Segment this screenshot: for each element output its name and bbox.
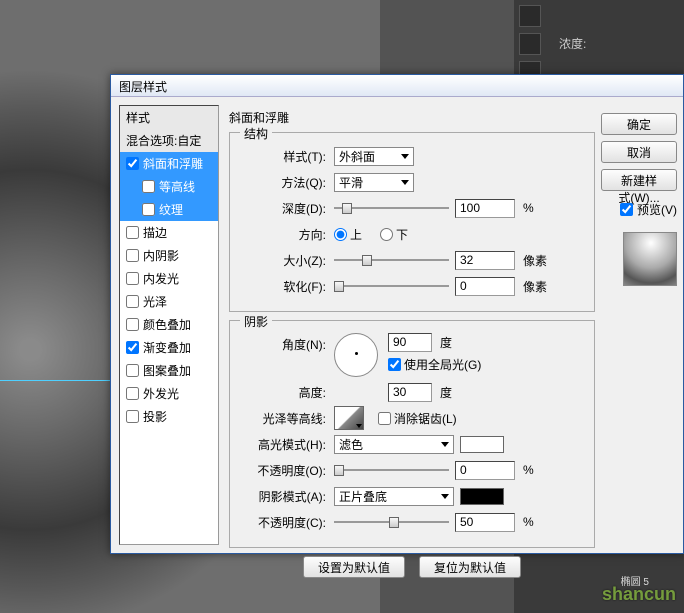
- drop-shadow-checkbox[interactable]: [126, 410, 139, 423]
- stroke-checkbox[interactable]: [126, 226, 139, 239]
- gloss-contour-label: 光泽等高线:: [242, 410, 326, 427]
- soften-input[interactable]: 0: [455, 277, 515, 296]
- dropdown-arrow-icon: [401, 154, 409, 159]
- density-label: 浓度:: [559, 35, 586, 52]
- sidebar-item-drop-shadow[interactable]: 投影: [120, 405, 218, 428]
- gloss-contour-picker[interactable]: [334, 406, 364, 430]
- make-default-button[interactable]: 设置为默认值: [303, 556, 405, 578]
- styles-sidebar: 样式 混合选项:自定 斜面和浮雕 等高线 纹理 描边 内阴影 内发光 光泽 颜色…: [119, 105, 219, 545]
- preview-swatch: [623, 232, 677, 286]
- highlight-opacity-label: 不透明度(O):: [242, 462, 326, 479]
- new-style-button[interactable]: 新建样式(W)...: [601, 169, 677, 191]
- highlight-opacity-slider[interactable]: [334, 461, 449, 479]
- inner-glow-checkbox[interactable]: [126, 272, 139, 285]
- shadow-color-swatch[interactable]: [460, 488, 504, 505]
- pattern-overlay-checkbox[interactable]: [126, 364, 139, 377]
- panel-title: 斜面和浮雕: [229, 109, 595, 126]
- sidebar-item-grad-overlay[interactable]: 渐变叠加: [120, 336, 218, 359]
- sidebar-item-inner-shadow[interactable]: 内阴影: [120, 244, 218, 267]
- shadow-opacity-label: 不透明度(C):: [242, 514, 326, 531]
- shadow-opacity-input[interactable]: 50: [455, 513, 515, 532]
- depth-input[interactable]: 100: [455, 199, 515, 218]
- method-label: 方法(Q):: [242, 174, 326, 191]
- sidebar-item-stroke[interactable]: 描边: [120, 221, 218, 244]
- altitude-unit: 度: [440, 384, 470, 401]
- size-input[interactable]: 32: [455, 251, 515, 270]
- depth-unit: %: [523, 201, 553, 215]
- sidebar-item-outer-glow[interactable]: 外发光: [120, 382, 218, 405]
- size-label: 大小(Z):: [242, 252, 326, 269]
- shading-group: 阴影 角度(N): 90 度 使用全局光(G) 高度: 30: [229, 320, 595, 548]
- depth-label: 深度(D):: [242, 200, 326, 217]
- soften-slider[interactable]: [334, 277, 449, 295]
- global-light-checkbox[interactable]: 使用全局光(G): [388, 356, 481, 373]
- sidebar-item-texture[interactable]: 纹理: [120, 198, 218, 221]
- highlight-opacity-unit: %: [523, 463, 553, 477]
- grad-overlay-checkbox[interactable]: [126, 341, 139, 354]
- cancel-button[interactable]: 取消: [601, 141, 677, 163]
- direction-up-radio[interactable]: 上: [334, 226, 362, 243]
- angle-dial[interactable]: [334, 333, 378, 377]
- outer-glow-checkbox[interactable]: [126, 387, 139, 400]
- panel-icon[interactable]: [519, 33, 541, 55]
- dropdown-arrow-icon: [441, 494, 449, 499]
- direction-label: 方向:: [242, 226, 326, 243]
- structure-legend: 结构: [240, 125, 272, 142]
- shadow-opacity-unit: %: [523, 515, 553, 529]
- highlight-opacity-input[interactable]: 0: [455, 461, 515, 480]
- dialog-titlebar[interactable]: 图层样式: [111, 75, 683, 97]
- sidebar-item-inner-glow[interactable]: 内发光: [120, 267, 218, 290]
- altitude-label: 高度:: [242, 384, 326, 401]
- layer-style-dialog: 图层样式 样式 混合选项:自定 斜面和浮雕 等高线 纹理 描边 内阴影 内发光 …: [110, 74, 684, 554]
- watermark-text: shancun: [602, 584, 676, 605]
- depth-slider[interactable]: [334, 199, 449, 217]
- style-label: 样式(T):: [242, 148, 326, 165]
- preview-checkbox[interactable]: 预览(V): [620, 201, 677, 218]
- shadow-mode-label: 阴影模式(A):: [242, 488, 326, 505]
- guide-line: [0, 380, 112, 381]
- sidebar-item-contour[interactable]: 等高线: [120, 175, 218, 198]
- soften-label: 软化(F):: [242, 278, 326, 295]
- angle-unit: 度: [440, 334, 470, 351]
- sidebar-item-satin[interactable]: 光泽: [120, 290, 218, 313]
- ok-button[interactable]: 确定: [601, 113, 677, 135]
- dialog-buttons-column: 确定 取消 新建样式(W)... 预览(V): [603, 105, 683, 545]
- shadow-mode-dropdown[interactable]: 正片叠底: [334, 487, 454, 506]
- direction-down-radio[interactable]: 下: [380, 226, 408, 243]
- altitude-input[interactable]: 30: [388, 383, 432, 402]
- reset-default-button[interactable]: 复位为默认值: [419, 556, 521, 578]
- sidebar-item-color-overlay[interactable]: 颜色叠加: [120, 313, 218, 336]
- size-unit: 像素: [523, 252, 553, 269]
- angle-input[interactable]: 90: [388, 333, 432, 352]
- highlight-mode-label: 高光模式(H):: [242, 436, 326, 453]
- dropdown-arrow-icon: [401, 180, 409, 185]
- contour-checkbox[interactable]: [142, 180, 155, 193]
- highlight-mode-dropdown[interactable]: 滤色: [334, 435, 454, 454]
- texture-checkbox[interactable]: [142, 203, 155, 216]
- size-slider[interactable]: [334, 251, 449, 269]
- sidebar-item-bevel[interactable]: 斜面和浮雕: [120, 152, 218, 175]
- panel-icon[interactable]: [519, 5, 541, 27]
- main-panel: 斜面和浮雕 结构 样式(T): 外斜面 方法(Q): 平滑 深度(D): 100…: [219, 105, 603, 545]
- sidebar-item-styles[interactable]: 样式: [120, 106, 218, 129]
- shading-legend: 阴影: [240, 313, 272, 330]
- satin-checkbox[interactable]: [126, 295, 139, 308]
- structure-group: 结构 样式(T): 外斜面 方法(Q): 平滑 深度(D): 100 % 方向:: [229, 132, 595, 312]
- style-dropdown[interactable]: 外斜面: [334, 147, 414, 166]
- shadow-opacity-slider[interactable]: [334, 513, 449, 531]
- angle-label: 角度(N):: [242, 336, 326, 353]
- anti-alias-checkbox[interactable]: 消除锯齿(L): [378, 410, 457, 427]
- inner-shadow-checkbox[interactable]: [126, 249, 139, 262]
- highlight-color-swatch[interactable]: [460, 436, 504, 453]
- sidebar-item-blend[interactable]: 混合选项:自定: [120, 129, 218, 152]
- sidebar-item-pattern-overlay[interactable]: 图案叠加: [120, 359, 218, 382]
- dropdown-arrow-icon: [441, 442, 449, 447]
- soften-unit: 像素: [523, 278, 553, 295]
- dialog-title: 图层样式: [119, 80, 167, 94]
- method-dropdown[interactable]: 平滑: [334, 173, 414, 192]
- color-overlay-checkbox[interactable]: [126, 318, 139, 331]
- bevel-checkbox[interactable]: [126, 157, 139, 170]
- dropdown-arrow-icon: [356, 424, 362, 428]
